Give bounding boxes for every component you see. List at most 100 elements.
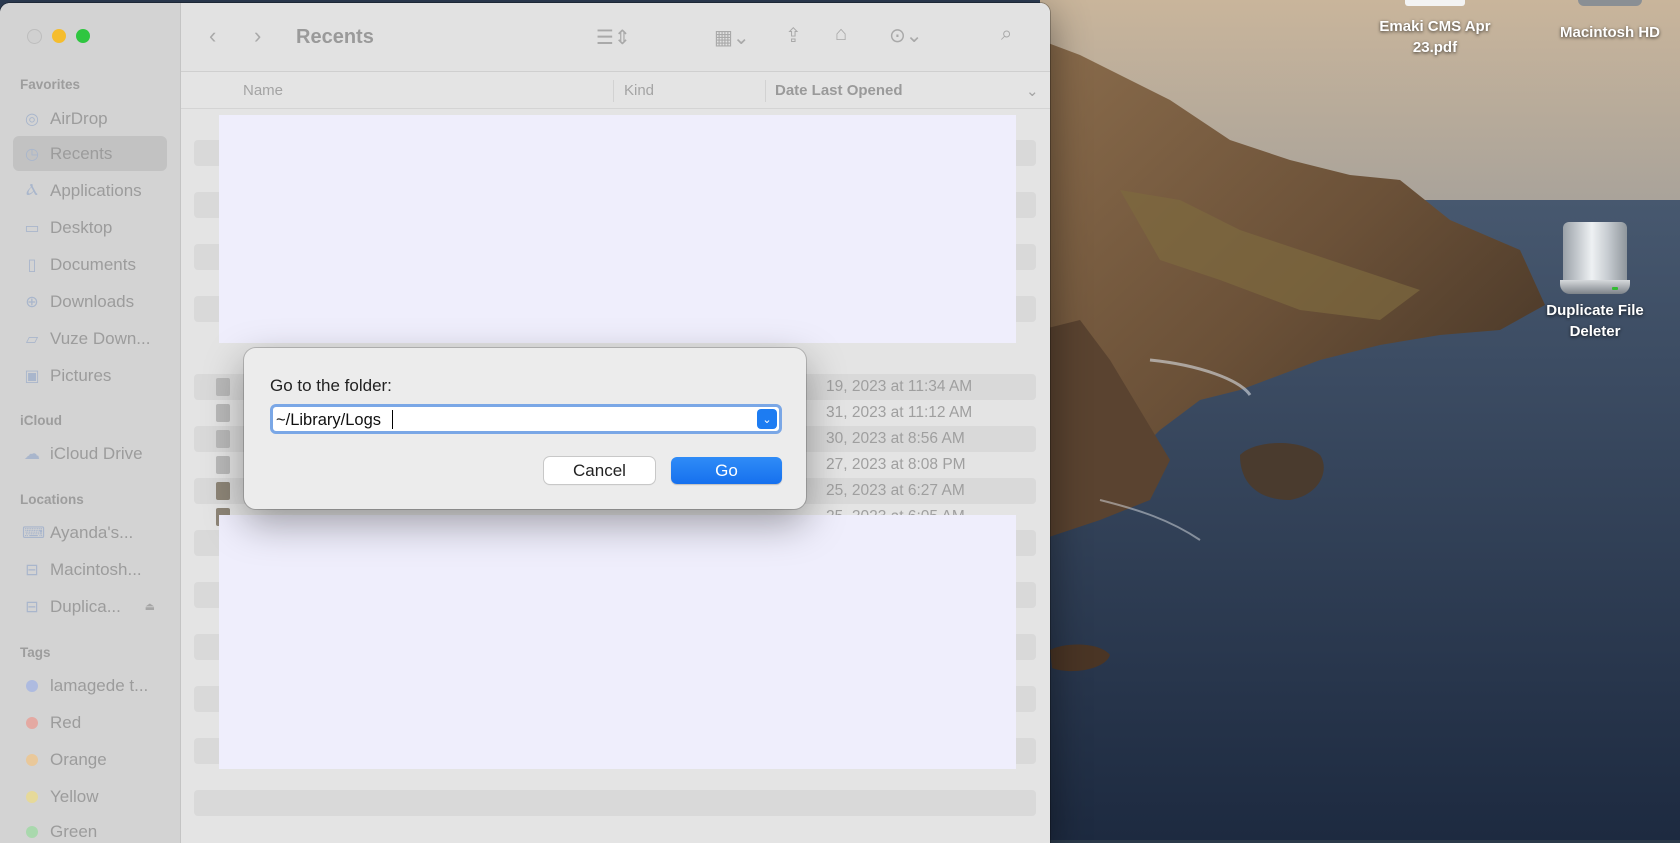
sidebar-item-ayandas-mac[interactable]: ⌨ Ayanda's... [13, 515, 167, 550]
more-options-icon[interactable]: ⊙⌄ [889, 23, 923, 48]
chevron-down-icon[interactable]: ⌄ [757, 409, 777, 429]
tag-dot-icon [26, 753, 38, 766]
column-name[interactable]: Name [243, 82, 283, 99]
sidebar: Favorites ◎ AirDrop ◷ Recents Ⲁ Applicat… [0, 3, 181, 843]
window-title: Recents [296, 26, 374, 48]
drive-icon: ⊟ [25, 598, 39, 616]
share-icon[interactable]: ⇪ [785, 23, 802, 48]
back-icon[interactable]: ‹ [209, 23, 216, 49]
sidebar-item-tag-orange[interactable]: Orange [13, 742, 167, 777]
sidebar-item-label: lamagede t... [50, 675, 149, 695]
tag-icon[interactable]: ⌂ [835, 23, 847, 46]
redaction-panel [219, 515, 1016, 769]
external-drive-icon [1560, 222, 1630, 294]
row-date: 30, 2023 at 8:56 AM [826, 430, 965, 447]
close-button[interactable] [27, 29, 42, 44]
sidebar-item-tag-green[interactable]: Green [13, 814, 167, 843]
pictures-icon: ▣ [24, 367, 40, 385]
sidebar-item-label: Applications [50, 180, 142, 200]
folder-path-input[interactable] [276, 409, 736, 431]
desktop-icon-duplicate-file-deleter[interactable]: Duplicate File Deleter [1530, 222, 1660, 342]
pdf-file-icon [1405, 0, 1465, 6]
sidebar-item-label: Ayanda's... [50, 522, 134, 542]
tag-dot-icon [26, 790, 38, 803]
table-row[interactable] [194, 790, 1036, 816]
cloud-icon: ☁ [24, 445, 40, 463]
list-view-icon[interactable]: ☰⇕ [596, 25, 631, 50]
airdrop-icon: ◎ [25, 110, 39, 128]
sidebar-item-label: AirDrop [50, 108, 108, 128]
sidebar-item-applications[interactable]: Ⲁ Applications [13, 173, 167, 208]
chevron-down-icon[interactable]: ⌄ [1026, 82, 1039, 100]
clock-icon: ◷ [25, 145, 39, 163]
sidebar-item-label: iCloud Drive [50, 443, 143, 463]
sidebar-item-duplicate[interactable]: ⊟ Duplica... ⏏ [13, 589, 167, 624]
sidebar-item-icloud-drive[interactable]: ☁ iCloud Drive [13, 436, 167, 471]
eject-icon[interactable]: ⏏ [145, 600, 155, 613]
desktop-icon-label: Duplicate File [1546, 302, 1644, 319]
download-icon: ⊕ [25, 293, 39, 311]
dialog-label: Go to the folder: [270, 376, 392, 395]
sidebar-item-vuze-downloads[interactable]: ▱ Vuze Down... [13, 321, 167, 356]
sidebar-item-airdrop[interactable]: ◎ AirDrop [13, 101, 167, 136]
cancel-button[interactable]: Cancel [544, 457, 655, 484]
sidebar-item-label: Downloads [50, 291, 135, 311]
sidebar-item-tag-lamagede[interactable]: lamagede t... [13, 668, 167, 703]
sidebar-item-tag-red[interactable]: Red [13, 705, 167, 740]
row-date: 19, 2023 at 11:34 AM [826, 378, 973, 395]
sidebar-item-label: Desktop [50, 217, 113, 237]
go-to-folder-dialog: Go to the folder: ⌄ Cancel Go [244, 348, 806, 509]
sidebar-item-downloads[interactable]: ⊕ Downloads [13, 284, 167, 319]
sidebar-item-label: Pictures [50, 365, 112, 385]
search-icon[interactable]: ⌕ [1001, 23, 1012, 46]
sidebar-item-label: Vuze Down... [50, 328, 151, 348]
sidebar-item-label: Yellow [50, 786, 99, 806]
tag-dot-icon [26, 825, 38, 838]
go-button[interactable]: Go [671, 457, 782, 484]
sidebar-section-locations: Locations [20, 492, 84, 507]
text-caret [392, 410, 393, 429]
group-icon[interactable]: ▦⌄ [714, 25, 750, 50]
toolbar: ‹ › Recents ☰⇕ ▦⌄ ⇪ ⌂ ⊙⌄ ⌕ [181, 3, 1050, 72]
sidebar-item-desktop[interactable]: ▭ Desktop [13, 210, 167, 245]
column-divider [613, 80, 614, 102]
file-icon [216, 378, 230, 396]
hard-drive-icon [1578, 0, 1642, 6]
sidebar-item-label: Documents [50, 254, 136, 274]
desktop-icon-pdf[interactable]: Emaki CMS Apr 23.pdf [1365, 0, 1505, 58]
column-divider [765, 80, 766, 102]
file-icon [216, 404, 230, 422]
sidebar-item-label: Duplica... [50, 596, 121, 616]
desktop-icon-label: Macintosh HD [1559, 24, 1660, 41]
sidebar-item-macintosh[interactable]: ⊟ Macintosh... [13, 552, 167, 587]
sidebar-section-icloud: iCloud [20, 413, 62, 428]
sidebar-item-pictures[interactable]: ▣ Pictures [13, 358, 167, 393]
folder-path-field: ⌄ [270, 404, 782, 434]
column-date-last-opened[interactable]: Date Last Opened [775, 82, 903, 99]
row-date: 25, 2023 at 6:27 AM [826, 482, 965, 499]
row-date: 31, 2023 at 11:12 AM [826, 404, 973, 421]
sidebar-item-label: Red [50, 712, 82, 732]
row-date: 27, 2023 at 8:08 PM [826, 456, 966, 473]
sidebar-item-label: Recents [50, 143, 113, 163]
forward-icon[interactable]: › [254, 23, 261, 49]
desktop-icon-macintosh-hd[interactable]: Macintosh HD [1545, 0, 1675, 43]
sidebar-item-tag-yellow[interactable]: Yellow [13, 779, 167, 814]
drive-icon: ⊟ [25, 561, 39, 579]
redaction-panel [219, 115, 1016, 343]
column-kind[interactable]: Kind [624, 82, 654, 99]
zoom-button[interactable] [76, 29, 90, 43]
desktop-icon-label: 23.pdf [1412, 39, 1458, 56]
sidebar-item-recents[interactable]: ◷ Recents [13, 136, 167, 171]
desktop-icon-label: Deleter [1569, 323, 1621, 340]
folder-icon: ▱ [25, 330, 39, 348]
sidebar-item-documents[interactable]: ▯ Documents [13, 247, 167, 282]
file-icon [216, 456, 230, 474]
document-icon: ▯ [27, 256, 37, 274]
image-file-icon [216, 482, 230, 500]
sidebar-item-label: Green [50, 821, 98, 841]
minimize-button[interactable] [52, 29, 66, 43]
sidebar-item-label: Macintosh... [50, 559, 142, 579]
desktop-icon: ▭ [24, 219, 40, 237]
laptop-icon: ⌨ [22, 524, 46, 542]
